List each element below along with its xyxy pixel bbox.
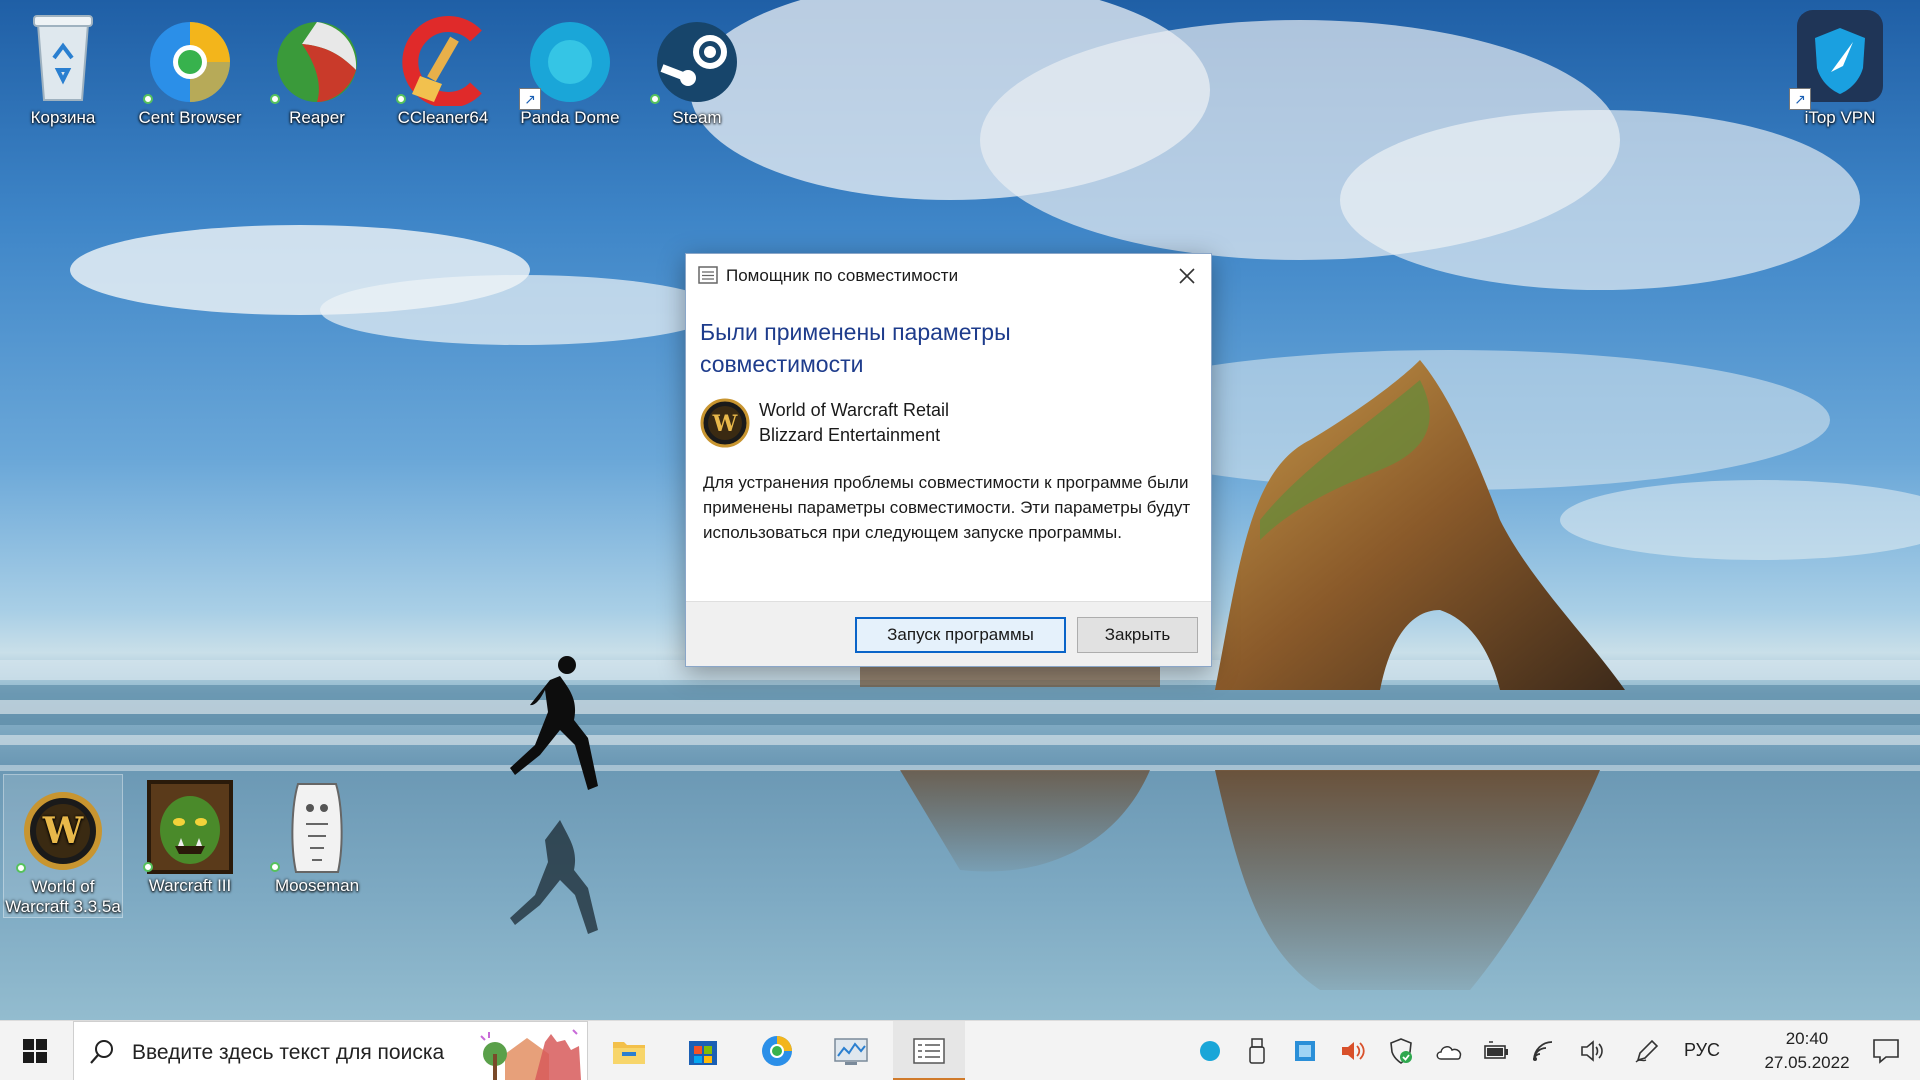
sync-status-icon xyxy=(270,862,280,872)
shortcut-arrow-icon: ↗ xyxy=(1789,88,1811,110)
warcraft-iii-icon xyxy=(147,780,233,874)
tray-panda-dome[interactable] xyxy=(1186,1021,1234,1080)
desktop-icon-label: Warcraft III xyxy=(148,876,232,895)
shortcut-arrow-icon: ↗ xyxy=(519,88,541,110)
desktop-icon-wow-335a[interactable]: W World of Warcraft 3.3.5a xyxy=(3,774,123,918)
taskbar-clock[interactable]: 20:40 27.05.2022 xyxy=(1752,1027,1862,1075)
battery-icon xyxy=(1484,1041,1508,1059)
taskbar-file-explorer[interactable] xyxy=(593,1021,665,1080)
system-monitor-icon xyxy=(834,1038,868,1065)
volume-icon xyxy=(1581,1040,1603,1062)
desktop-icon-label-line2: Warcraft 3.3.5a xyxy=(5,897,121,916)
tray-audio-app[interactable] xyxy=(1329,1021,1377,1080)
wow-retail-icon: W xyxy=(700,398,750,448)
compatibility-assistant-dialog: Помощник по совместимости Были применены… xyxy=(685,253,1212,667)
file-explorer-icon xyxy=(613,1042,645,1064)
run-program-button[interactable]: Запуск программы xyxy=(855,617,1066,653)
onedrive-icon xyxy=(1436,1046,1462,1060)
tray-security[interactable] xyxy=(1377,1021,1425,1080)
dialog-heading-line2: совместимости xyxy=(700,351,864,377)
desktop-icon-reaper[interactable]: Reaper xyxy=(257,6,377,128)
taskbar-microsoft-store[interactable] xyxy=(667,1021,739,1080)
mooseman-icon xyxy=(291,783,343,873)
ccleaner-icon xyxy=(402,16,482,108)
sync-status-icon xyxy=(650,94,660,104)
desktop-icon-label: Mooseman xyxy=(274,876,360,895)
desktop-icon-label: CCleaner64 xyxy=(397,108,489,127)
security-shield-icon xyxy=(1390,1038,1412,1064)
tray-volume[interactable] xyxy=(1569,1021,1617,1080)
desktop-icon-itop-vpn[interactable]: ↗ iTop VPN xyxy=(1780,6,1900,128)
wifi-icon xyxy=(1533,1041,1553,1061)
desktop-icon-label: Cent Browser xyxy=(138,108,242,127)
desktop-icon-mooseman[interactable]: Mooseman xyxy=(257,774,377,896)
clock-time: 20:40 xyxy=(1785,1029,1829,1048)
wow-icon: W xyxy=(24,792,102,870)
program-vendor: Blizzard Entertainment xyxy=(759,425,941,445)
taskbar-search-box[interactable]: Введите здесь текст для поиска xyxy=(73,1021,588,1080)
windows-logo-icon xyxy=(23,1039,47,1063)
pen-icon xyxy=(1635,1039,1659,1063)
action-center-button[interactable] xyxy=(1852,1021,1920,1080)
notification-icon xyxy=(1873,1039,1899,1064)
sync-status-icon xyxy=(396,94,406,104)
close-icon xyxy=(1179,268,1195,284)
desktop-icon-label: Panda Dome xyxy=(520,108,620,127)
sync-status-icon xyxy=(16,863,26,873)
desktop-icon-label-line1: World of xyxy=(31,877,95,896)
desktop-icon-label: Reaper xyxy=(289,108,345,127)
dialog-footer: Запуск программы Закрыть xyxy=(686,601,1211,666)
desktop-icon-label: iTop VPN xyxy=(1804,108,1876,127)
panda-dome-tray-icon xyxy=(1200,1041,1220,1061)
search-placeholder: Введите здесь текст для поиска xyxy=(132,1041,445,1064)
desktop-icon-steam[interactable]: Steam xyxy=(637,6,757,128)
audio-app-icon xyxy=(1342,1042,1365,1060)
taskbar-system-monitor[interactable] xyxy=(815,1021,887,1080)
desktop-icon-label: Корзина xyxy=(30,108,96,127)
desktop-icon-recycle-bin[interactable]: Корзина xyxy=(3,6,123,128)
desktop-icon-panda-dome[interactable]: ↗ Panda Dome xyxy=(510,6,630,128)
tray-network-adapter[interactable] xyxy=(1281,1021,1329,1080)
compatibility-assistant-icon xyxy=(913,1038,945,1064)
close-button[interactable] xyxy=(1163,254,1211,298)
clock-date: 27.05.2022 xyxy=(1764,1053,1850,1072)
sync-status-icon xyxy=(270,94,280,104)
sync-status-icon xyxy=(143,94,153,104)
sync-status-icon xyxy=(143,862,153,872)
tray-onedrive[interactable] xyxy=(1425,1021,1473,1080)
search-highlight-illustration-icon xyxy=(480,1029,581,1080)
usb-drive-icon xyxy=(1249,1038,1265,1064)
dialog-heading: Были применены параметры совместимости xyxy=(700,316,1180,380)
desktop-icon-warcraft-iii[interactable]: Warcraft III xyxy=(130,774,250,896)
reaper-icon xyxy=(277,22,357,102)
desktop-icon-ccleaner[interactable]: CCleaner64 xyxy=(383,6,503,128)
tray-battery[interactable] xyxy=(1473,1021,1521,1080)
tray-usb-drive[interactable] xyxy=(1233,1021,1281,1080)
network-adapter-icon xyxy=(1295,1041,1315,1061)
desktop-icon-label: Steam xyxy=(672,108,722,127)
microsoft-store-icon xyxy=(689,1041,717,1065)
taskbar-cent-browser[interactable] xyxy=(741,1021,813,1080)
taskbar-compatibility-assistant[interactable] xyxy=(893,1021,965,1080)
dialog-heading-line1: Были применены параметры xyxy=(700,319,1011,345)
tray-wifi[interactable] xyxy=(1521,1021,1569,1080)
recycle-bin-icon xyxy=(33,15,93,101)
search-icon xyxy=(90,1040,113,1064)
svg-text:W: W xyxy=(42,810,84,852)
steam-icon xyxy=(657,22,737,102)
compatibility-assistant-icon xyxy=(698,266,718,284)
taskbar: Введите здесь текст для поиска РУС 20:40… xyxy=(0,1020,1920,1080)
dialog-title: Помощник по совместимости xyxy=(726,266,959,285)
close-dialog-button[interactable]: Закрыть xyxy=(1077,617,1198,653)
dialog-description: Для устранения проблемы совместимости к … xyxy=(703,473,1191,542)
input-language-indicator[interactable]: РУС xyxy=(1684,1040,1720,1061)
tray-pen[interactable] xyxy=(1623,1021,1671,1080)
cent-browser-icon xyxy=(762,1036,792,1066)
desktop-icon-cent-browser[interactable]: Cent Browser xyxy=(130,6,250,128)
dialog-titlebar[interactable]: Помощник по совместимости xyxy=(686,254,1211,298)
svg-text:W: W xyxy=(712,411,738,437)
cent-browser-icon xyxy=(150,22,230,102)
program-name: World of Warcraft Retail xyxy=(759,400,950,420)
start-button[interactable] xyxy=(0,1021,70,1080)
